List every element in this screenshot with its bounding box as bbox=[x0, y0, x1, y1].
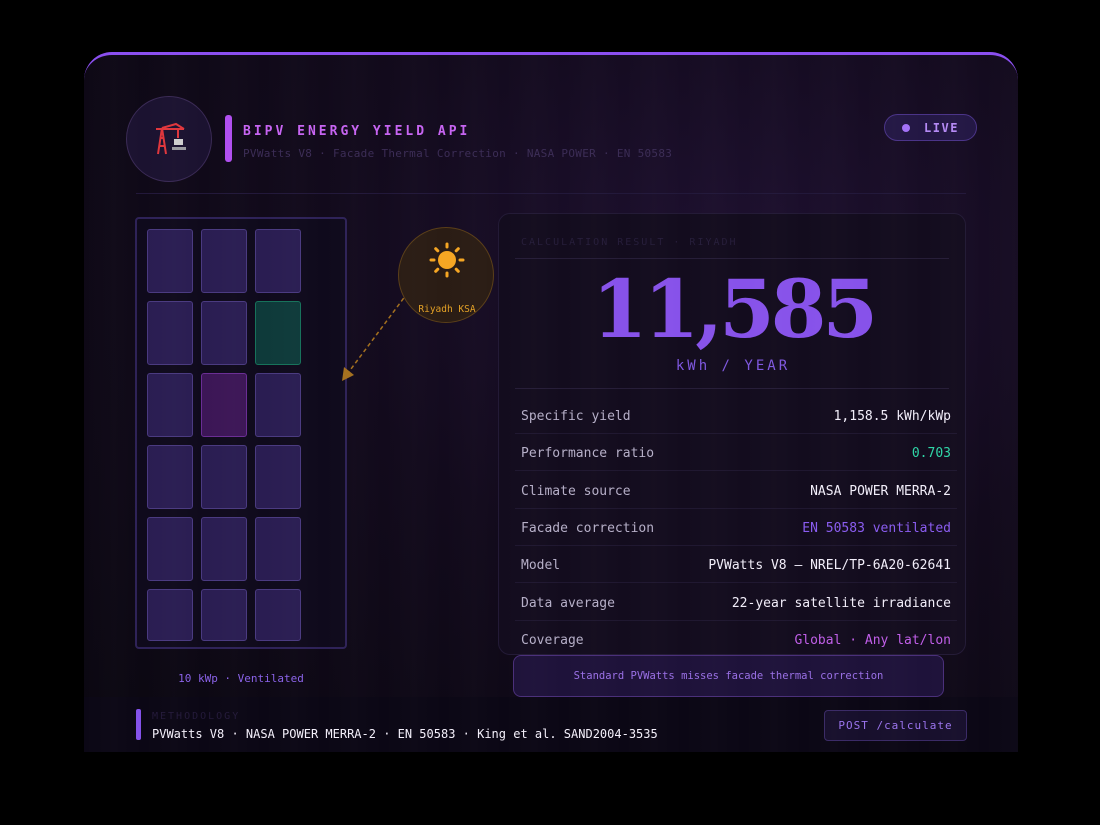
main-card: BIPV ENERGY YIELD API PVWatts V8 · Facad… bbox=[84, 52, 1018, 752]
facade-panel[interactable] bbox=[255, 373, 301, 437]
facade-panel[interactable] bbox=[201, 373, 247, 437]
sun-icon bbox=[429, 242, 465, 278]
result-row-divider bbox=[515, 619, 957, 621]
result-card: CALCULATION RESULT · RIYADH 11,585 kWh /… bbox=[498, 213, 966, 655]
result-mid-divider bbox=[515, 388, 949, 389]
result-row-key: Model bbox=[521, 558, 561, 574]
facade-panel[interactable] bbox=[255, 517, 301, 581]
facade-panel[interactable] bbox=[147, 445, 193, 509]
facade-panel[interactable] bbox=[201, 301, 247, 365]
result-row-divider bbox=[515, 582, 957, 584]
sun-location-label: Riyadh KSA bbox=[418, 304, 476, 315]
result-row-divider bbox=[515, 470, 957, 472]
facade-panel[interactable] bbox=[255, 445, 301, 509]
methodology-text: PVWatts V8 · NASA POWER MERRA-2 · EN 505… bbox=[152, 727, 658, 741]
facade-panel[interactable] bbox=[147, 373, 193, 437]
result-row-key: Climate source bbox=[521, 483, 631, 499]
header-divider bbox=[136, 193, 966, 194]
app-title: BIPV ENERGY YIELD API bbox=[243, 124, 471, 139]
result-row-key: Specific yield bbox=[521, 409, 631, 424]
footer: METHODOLOGY PVWatts V8 · NASA POWER MERR… bbox=[84, 697, 1018, 752]
annual-yield-unit: kWh / YEAR bbox=[675, 358, 791, 374]
result-row: Model PVWatts V8 — NREL/TP-6A20-62641 bbox=[515, 558, 957, 595]
methodology-label: METHODOLOGY bbox=[152, 711, 241, 722]
result-row-value: EN 50583 ventilated bbox=[802, 520, 951, 536]
post-calculate-button[interactable]: POST /calculate bbox=[824, 710, 967, 741]
result-row-divider bbox=[515, 507, 957, 509]
result-row: Specific yield 1,158.5 kWh/kWp bbox=[515, 409, 957, 446]
live-status-badge[interactable]: LIVE bbox=[884, 114, 977, 141]
result-row-key: Facade correction bbox=[521, 520, 655, 536]
app-subtitle: PVWatts V8 · Facade Thermal Correction ·… bbox=[243, 147, 673, 160]
live-label: LIVE bbox=[924, 120, 959, 135]
facade-panel[interactable] bbox=[255, 301, 301, 365]
facade-panel[interactable] bbox=[201, 517, 247, 581]
building-caption: 10 kWp · Ventilated bbox=[178, 672, 304, 685]
header-accent-bar bbox=[225, 115, 232, 162]
building-facade bbox=[135, 217, 347, 649]
facade-panel[interactable] bbox=[147, 517, 193, 581]
facade-panel[interactable] bbox=[255, 229, 301, 293]
result-row-value: Global · Any lat/lon bbox=[794, 632, 951, 648]
result-row: Climate source NASA POWER MERRA-2 bbox=[515, 483, 957, 521]
result-row-value: 0.703 bbox=[911, 446, 951, 462]
facade-panel[interactable] bbox=[201, 445, 247, 509]
result-row-divider bbox=[515, 544, 957, 546]
crane-icon bbox=[156, 122, 186, 155]
result-row-value: 22-year satellite irradiance bbox=[731, 595, 951, 611]
result-row-value: PVWatts V8 — NREL/TP-6A20-62641 bbox=[708, 558, 951, 574]
result-row-value: NASA POWER MERRA-2 bbox=[810, 483, 951, 499]
facade-panel[interactable] bbox=[147, 229, 193, 293]
live-dot-icon bbox=[902, 123, 911, 132]
result-row: Facade correction EN 50583 ventilated bbox=[515, 520, 957, 558]
result-row-key: Coverage bbox=[521, 632, 584, 648]
result-row-value: 1,158.5 kWh/kWp bbox=[833, 409, 951, 424]
facade-panel[interactable] bbox=[147, 589, 193, 641]
facade-panel[interactable] bbox=[201, 589, 247, 641]
result-row-key: Data average bbox=[521, 595, 615, 611]
footer-accent-bar bbox=[136, 709, 141, 740]
facade-panel[interactable] bbox=[201, 229, 247, 293]
result-row-key: Performance ratio bbox=[521, 446, 655, 462]
result-row: Data average 22-year satellite irradiance bbox=[515, 595, 957, 633]
thermal-correction-note: Standard PVWatts misses facade thermal c… bbox=[513, 655, 944, 697]
result-top-divider bbox=[515, 258, 949, 259]
annual-yield-value: 11,585 bbox=[591, 262, 878, 356]
logo bbox=[126, 96, 212, 182]
result-label: CALCULATION RESULT · RIYADH bbox=[521, 237, 738, 248]
facade-panel[interactable] bbox=[255, 589, 301, 641]
sun-location-marker[interactable]: Riyadh KSA bbox=[398, 227, 494, 323]
result-row-divider bbox=[515, 433, 957, 434]
facade-panel[interactable] bbox=[147, 301, 193, 365]
result-row: Performance ratio 0.703 bbox=[515, 446, 957, 483]
